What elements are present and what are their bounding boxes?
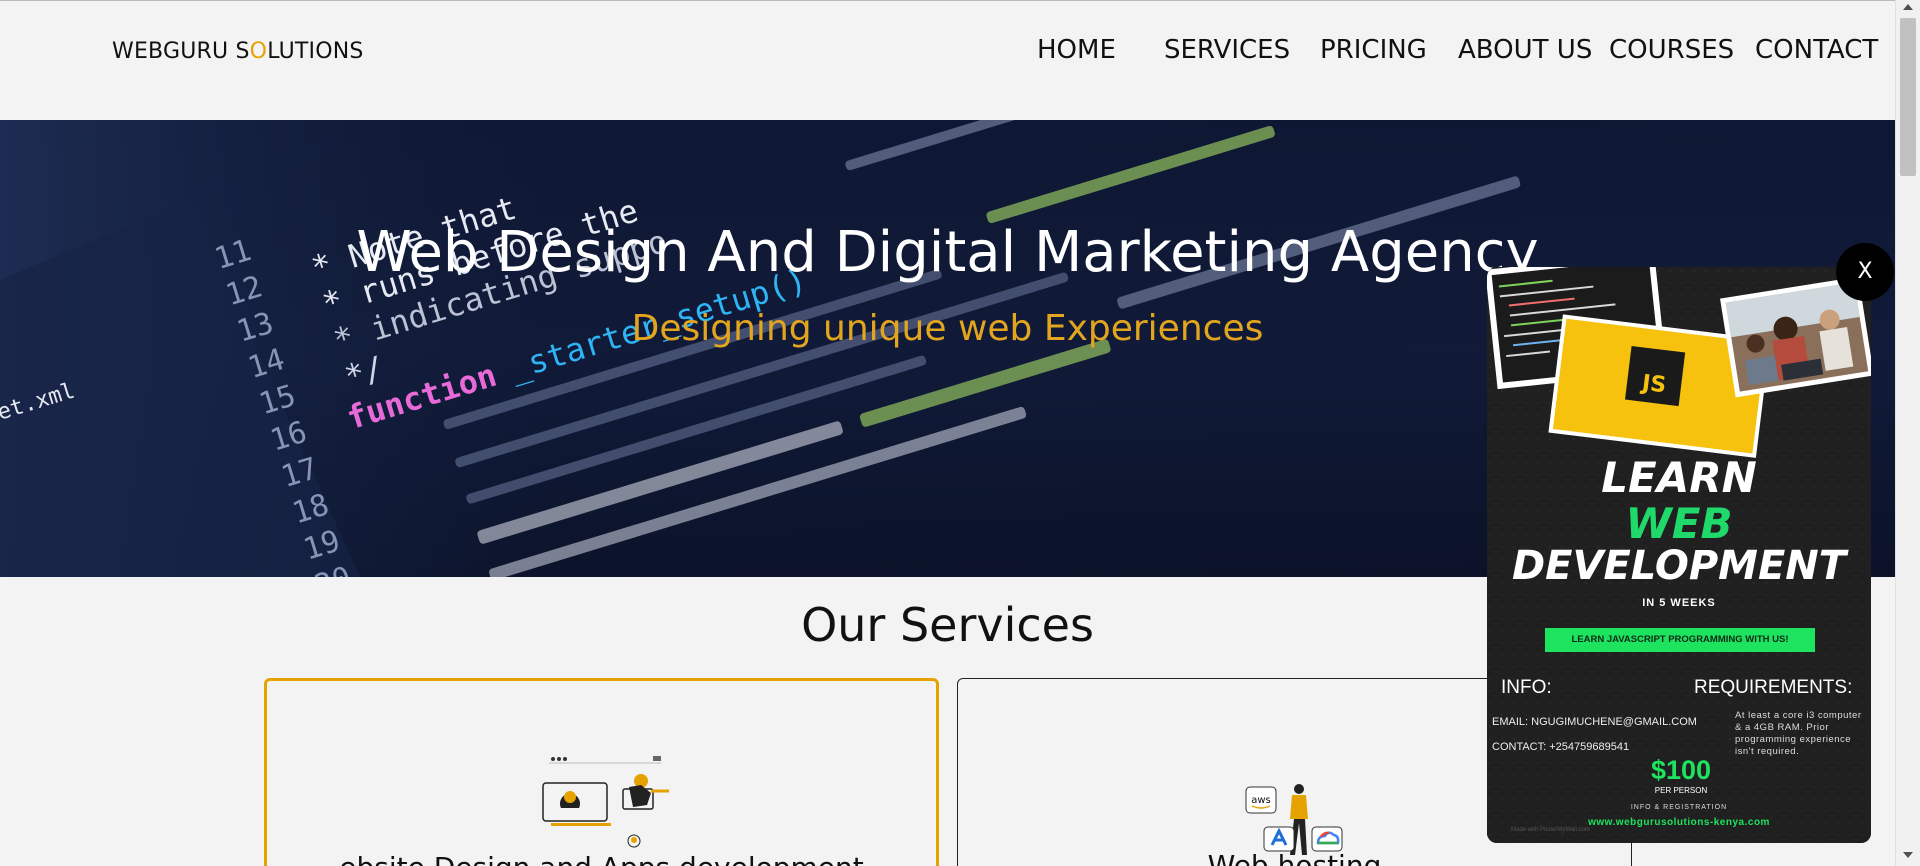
site-header: WEBGURU SOLUTIONS HOME SERVICES PRICING … xyxy=(0,0,1895,120)
promo-learn: LEARN xyxy=(1601,453,1757,502)
nav-about-us[interactable]: ABOUT US xyxy=(1458,35,1592,65)
service-card-title: Web hosting xyxy=(1207,849,1382,866)
web-design-illustration xyxy=(542,756,669,848)
nav-pricing[interactable]: PRICING xyxy=(1320,35,1427,65)
promo-credit: Made with PosterMyWall.com xyxy=(1511,827,1590,833)
nav-services[interactable]: SERVICES xyxy=(1164,35,1290,65)
promo-development: DEVELOPMENT xyxy=(1511,543,1847,589)
promo-per-person: PER PERSON xyxy=(1654,786,1708,795)
service-card-web-design[interactable]: ebsite Design and Apps development xyxy=(264,678,939,866)
promo-info-registration: INFO & REGISTRATION xyxy=(1630,804,1728,811)
aws-badge: aws xyxy=(1251,795,1271,806)
promo-requirements-text: At least a core i3 computer & a 4GB RAM.… xyxy=(1735,710,1862,757)
promo-duration: IN 5 WEEKS xyxy=(1642,597,1716,609)
nav-home[interactable]: HOME xyxy=(1037,35,1116,65)
nav-contact[interactable]: CONTACT xyxy=(1755,35,1878,65)
promo-web: WEB xyxy=(1625,499,1733,548)
promo-requirements-heading: REQUIREMENTS: xyxy=(1694,677,1853,698)
promo-cta-banner: LEARN JAVASCRIPT PROGRAMMING WITH US! xyxy=(1545,628,1815,652)
scrollbar-thumb[interactable] xyxy=(1900,18,1916,176)
nav-courses[interactable]: COURSES xyxy=(1609,35,1734,65)
service-card-title: ebsite Design and Apps development xyxy=(267,851,936,866)
promo-price: $100 xyxy=(1650,755,1712,785)
course-promo-popup[interactable]: JS LEARN WEB DEVELOPMENT IN 5 WEEKS LEAR… xyxy=(1487,267,1871,843)
popup-close-button[interactable]: X xyxy=(1836,243,1894,301)
scroll-up-arrow-icon[interactable] xyxy=(1903,4,1913,10)
promo-contact: CONTACT: +254759689541 xyxy=(1492,741,1630,753)
page-scrollbar[interactable] xyxy=(1895,0,1920,866)
promo-info-heading: INFO: xyxy=(1501,677,1552,698)
js-badge-text: JS xyxy=(1639,370,1668,398)
promo-email: EMAIL: NGUGIMUCHENE@GMAIL.COM xyxy=(1492,716,1697,728)
main-nav: HOME SERVICES PRICING ABOUT US COURSES C… xyxy=(0,35,1895,65)
scroll-down-arrow-icon[interactable] xyxy=(1903,852,1913,858)
